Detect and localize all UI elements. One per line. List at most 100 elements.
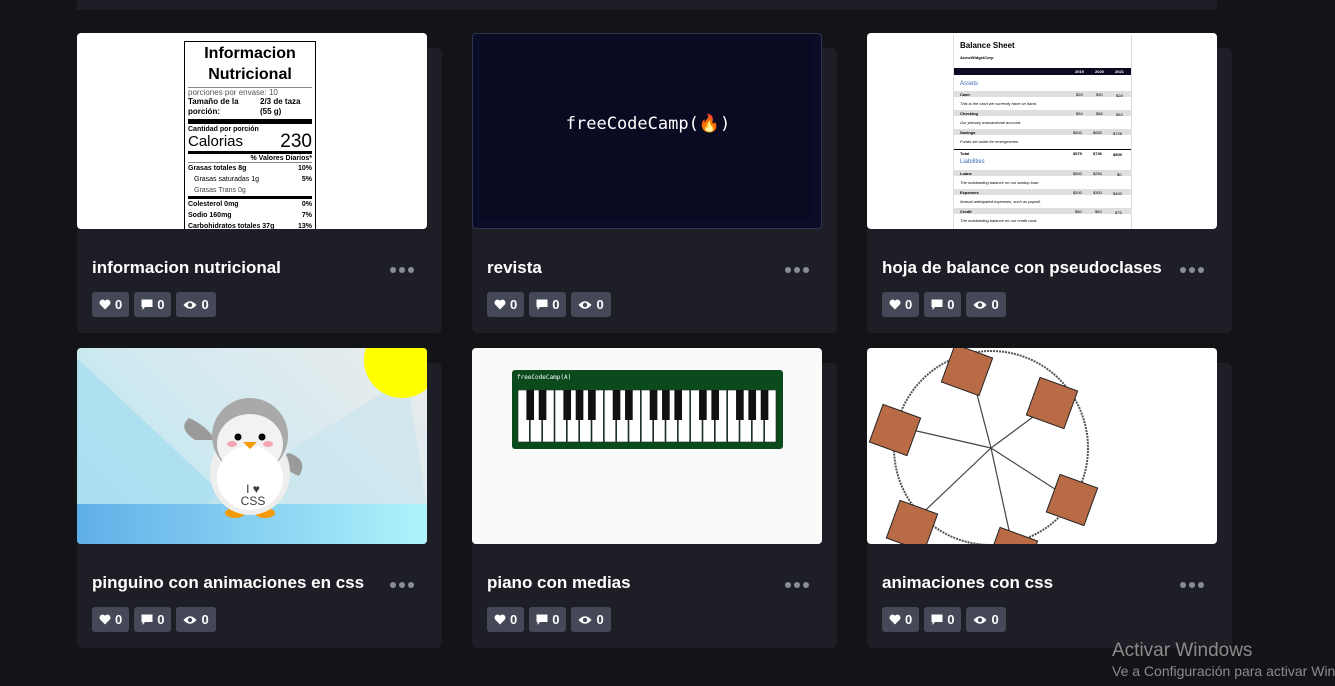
pen-preview[interactable]: Balance Sheet AcmeWidgetCorp 2019 2020 2… <box>867 33 1217 229</box>
comment-button[interactable]: 0 <box>134 292 172 317</box>
fat-row: Grasas totales 8g <box>188 165 247 172</box>
eye-icon <box>578 615 592 624</box>
pen-preview[interactable]: Informacion Nutricional porciones por en… <box>77 33 427 229</box>
checking-row: Checking $54 $56 $53 <box>954 110 1131 117</box>
like-button[interactable]: 0 <box>882 292 920 317</box>
comment-count: 0 <box>947 612 955 627</box>
black-key[interactable] <box>563 390 572 420</box>
assets-heading: Assets <box>960 81 979 87</box>
carbs-row: Carbohidratos totales 37g <box>188 223 275 229</box>
pen-title[interactable]: pinguino con animaciones en css <box>92 573 364 593</box>
views-button[interactable]: 0 <box>176 607 216 632</box>
black-key[interactable] <box>662 390 670 420</box>
views-button[interactable]: 0 <box>966 607 1006 632</box>
pen-card: animaciones con css 0 0 0 <box>867 348 1232 648</box>
black-key[interactable] <box>538 390 547 420</box>
comment-button[interactable]: 0 <box>134 607 172 632</box>
cabin-icon <box>940 348 994 397</box>
black-key[interactable] <box>649 390 658 420</box>
black-key[interactable] <box>612 390 621 420</box>
like-count: 0 <box>115 612 123 627</box>
black-key[interactable] <box>625 390 633 420</box>
black-key[interactable] <box>748 390 757 420</box>
pen-title[interactable]: informacion nutricional <box>92 258 281 278</box>
piano-keys <box>518 390 777 442</box>
comment-button[interactable]: 0 <box>924 292 962 317</box>
pen-stats: 0 0 0 <box>92 292 216 317</box>
more-options-button[interactable] <box>785 267 809 273</box>
cholesterol-pct: 0% <box>301 201 312 208</box>
pen-card: I ♥ CSS pinguino con animaciones en css … <box>77 348 442 648</box>
pen-stats: 0 0 0 <box>882 607 1006 632</box>
black-key[interactable] <box>760 390 769 420</box>
like-button[interactable]: 0 <box>487 607 525 632</box>
pen-preview[interactable]: freeCodeCamp(🔥) <box>472 33 822 229</box>
savings-note: Funds set aside for emergencies. <box>960 139 1020 144</box>
ferris-wheel <box>868 348 1099 544</box>
more-options-button[interactable] <box>785 582 809 588</box>
like-button[interactable]: 0 <box>487 292 525 317</box>
cabin-icon <box>868 403 922 457</box>
like-count: 0 <box>905 612 913 627</box>
pen-preview[interactable]: freeCodeCamp(A) <box>472 348 822 544</box>
serving-size-value: 2/3 de taza (55 g) <box>260 97 301 116</box>
views-button[interactable]: 0 <box>966 292 1006 317</box>
pen-title[interactable]: revista <box>487 258 542 278</box>
views-button[interactable]: 0 <box>571 607 611 632</box>
comment-count: 0 <box>947 297 955 312</box>
cabin-icon <box>985 526 1039 544</box>
fat-pct: 10% <box>297 165 312 172</box>
cholesterol-row: Colesterol 0mg <box>188 201 239 208</box>
black-key[interactable] <box>674 390 683 420</box>
cash-row: Cash $25 $30 $28 <box>954 91 1131 98</box>
balance-sheet: Balance Sheet AcmeWidgetCorp 2019 2020 2… <box>953 35 1132 229</box>
like-count: 0 <box>905 297 913 312</box>
eye-icon <box>973 615 987 624</box>
sodium-pct: 7% <box>301 212 312 219</box>
view-count: 0 <box>991 297 999 312</box>
view-count: 0 <box>201 612 209 627</box>
expenses-note: Annual anticipated expenses, such as pay… <box>960 199 1042 204</box>
pen-title[interactable]: hoja de balance con pseudoclases <box>882 258 1162 278</box>
windows-activation-title: Activar Windows <box>1112 640 1253 661</box>
nutrition-label: Informacion Nutricional porciones por en… <box>184 41 316 229</box>
cabin-icon <box>1045 473 1099 527</box>
more-options-button[interactable] <box>1180 582 1204 588</box>
savings-row: Savings $500 $650 $728 <box>954 129 1131 136</box>
black-key[interactable] <box>711 390 720 420</box>
like-button[interactable]: 0 <box>882 607 920 632</box>
like-button[interactable]: 0 <box>92 607 130 632</box>
pen-preview[interactable] <box>867 348 1217 544</box>
views-button[interactable]: 0 <box>571 292 611 317</box>
pen-title[interactable]: piano con medias <box>487 573 631 593</box>
pen-preview[interactable]: I ♥ CSS <box>77 348 427 544</box>
comment-icon <box>931 614 943 625</box>
heart-icon <box>494 299 506 310</box>
sat-fat-row: Grasas saturadas 1g <box>194 176 259 183</box>
pen-stats: 0 0 0 <box>487 292 611 317</box>
checking-note: Our primary transactional account. <box>960 120 1022 125</box>
comment-button[interactable]: 0 <box>924 607 962 632</box>
black-key[interactable] <box>736 390 744 420</box>
black-key[interactable] <box>526 390 535 420</box>
heart-icon <box>99 614 111 625</box>
views-button[interactable]: 0 <box>176 292 216 317</box>
more-options-button[interactable] <box>1180 267 1204 273</box>
like-button[interactable]: 0 <box>92 292 130 317</box>
black-key[interactable] <box>588 390 596 420</box>
penguin-scene: I ♥ CSS <box>77 348 427 544</box>
pen-title[interactable]: animaciones con css <box>882 573 1053 593</box>
comment-button[interactable]: 0 <box>529 607 567 632</box>
pen-card: Informacion Nutricional porciones por en… <box>77 33 442 333</box>
more-options-button[interactable] <box>390 267 414 273</box>
loans-row: Loans $500 $250 $0 <box>954 170 1131 177</box>
more-options-button[interactable] <box>390 582 414 588</box>
shirt-text-2: CSS <box>241 494 266 508</box>
sat-fat-pct: 5% <box>301 176 312 183</box>
black-key[interactable] <box>699 390 707 420</box>
comment-button[interactable]: 0 <box>529 292 567 317</box>
calories-label: Calorias <box>188 133 244 150</box>
liabilities-heading: Liabilities <box>960 159 985 165</box>
trans-fat-row: Grasas Trans 0g <box>194 187 246 194</box>
black-key[interactable] <box>575 390 584 420</box>
